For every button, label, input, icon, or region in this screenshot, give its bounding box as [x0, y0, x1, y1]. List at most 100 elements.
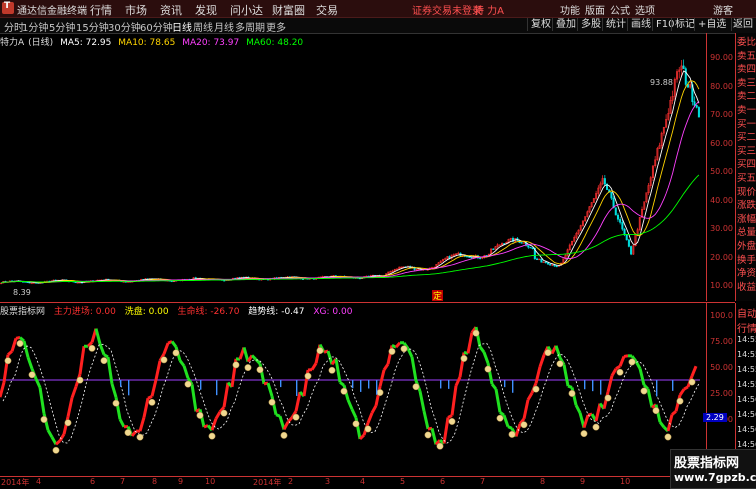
tick-time: 14:56	[737, 425, 756, 434]
menu-options[interactable]: 选项	[635, 2, 655, 17]
period-more[interactable]: 更多	[266, 19, 286, 34]
oscillator-segment	[152, 380, 156, 397]
candle-body	[401, 267, 403, 268]
quote-label: 买三	[737, 146, 756, 158]
oscillator-segment	[184, 366, 188, 378]
candle-body	[449, 257, 451, 259]
histogram-bar	[280, 380, 281, 387]
period-30min[interactable]: 30分钟	[108, 19, 141, 34]
oscillator-segment	[28, 357, 32, 369]
menu-ask[interactable]: 问小达	[230, 2, 263, 18]
menu-market[interactable]: 市场	[125, 2, 147, 18]
tick-time: 14:56	[737, 440, 756, 449]
quote-label: 外盘	[737, 241, 756, 253]
oscillator-segment	[224, 383, 228, 407]
period-15min[interactable]: 15分钟	[76, 19, 109, 34]
histogram-bar	[352, 380, 353, 388]
indicator-tick: 50.00	[710, 363, 733, 372]
statistics-button[interactable]: 统计	[602, 18, 629, 31]
histogram-bar	[448, 380, 449, 389]
user-guest[interactable]: 游客	[713, 2, 733, 17]
indicator-chart[interactable]	[0, 303, 706, 475]
overlay-button[interactable]: 叠加	[552, 18, 579, 31]
menu-trade[interactable]: 交易	[316, 2, 338, 18]
menu-news[interactable]: 资讯	[160, 2, 182, 18]
signal-marker	[101, 357, 107, 363]
indicator-canvas	[0, 303, 706, 475]
signal-marker	[641, 388, 647, 394]
draw-line-button[interactable]: 画线	[627, 18, 654, 31]
tick-time: 14:55	[737, 350, 756, 359]
oscillator-segment	[380, 370, 384, 387]
oscillator-segment	[692, 366, 696, 376]
signal-marker	[461, 355, 467, 361]
period-multi[interactable]: 多周期	[235, 19, 265, 34]
histogram-bar	[600, 380, 601, 395]
histogram-bar	[376, 380, 377, 395]
signal-marker	[161, 357, 167, 363]
time-tick: 5	[400, 477, 405, 486]
candle-body	[545, 262, 547, 263]
oscillator-segment	[140, 417, 144, 431]
menu-discover[interactable]: 发现	[195, 2, 217, 18]
histogram-bar	[216, 380, 217, 395]
period-1min[interactable]: 1分钟	[22, 19, 48, 34]
menu-market-quotes[interactable]: 行情	[90, 2, 112, 18]
indicator-legend: 股票指标网 主力进场: 0.00 洗盘: 0.00 生命线: -26.70 趋势…	[0, 304, 700, 316]
signal-marker	[65, 420, 71, 426]
ma20-label: MA20: 73.97	[182, 38, 239, 48]
period-monthly[interactable]: 月线	[214, 19, 234, 34]
menu-formula[interactable]: 公式	[610, 2, 630, 17]
candle-body	[694, 102, 696, 106]
signal-marker	[437, 443, 443, 449]
oscillator-segment	[172, 341, 176, 346]
quote-label: 卖一	[737, 105, 756, 117]
menu-wealth[interactable]: 财富圈	[272, 2, 305, 18]
histogram-bar	[368, 380, 369, 389]
multi-stock-button[interactable]: 多股	[577, 18, 604, 31]
stock-name: 特力A	[0, 38, 24, 48]
indicator-field-life: 生命线: -26.70	[178, 307, 240, 317]
signal-marker	[617, 369, 623, 375]
period-timeshare[interactable]: 分时	[4, 19, 24, 34]
ma5-line	[1, 71, 699, 283]
add-watchlist-button[interactable]: +自选	[694, 18, 729, 31]
indicator-name[interactable]: 股票指标网	[0, 307, 45, 317]
period-daily[interactable]: 日线	[172, 19, 192, 34]
ma60-label: MA60: 48.20	[246, 38, 303, 48]
back-button[interactable]: 返回	[731, 18, 754, 31]
menu-layout[interactable]: 版面	[585, 2, 605, 17]
oscillator-segment	[516, 424, 520, 436]
signal-marker	[341, 388, 347, 394]
kline-chart[interactable]: 93.888.39定	[0, 33, 706, 301]
quote-label: 买四	[737, 159, 756, 171]
time-tick: 10	[205, 477, 215, 486]
time-tick: 9	[178, 477, 183, 486]
signal-marker	[17, 340, 23, 346]
price-axis: 90.0080.0070.0060.0050.0040.0030.0020.00…	[706, 33, 735, 301]
signal-marker	[209, 433, 215, 439]
signal-marker	[581, 430, 587, 436]
oscillator-segment	[12, 338, 16, 351]
period-weekly[interactable]: 周线	[193, 19, 213, 34]
oscillator-segment	[456, 377, 460, 386]
restore-rights-button[interactable]: 复权	[527, 18, 554, 31]
oscillator-segment	[680, 389, 684, 395]
oscillator-segment	[396, 343, 400, 347]
candle-body	[493, 249, 495, 250]
oscillator-segment	[412, 357, 416, 381]
menu-function[interactable]: 功能	[560, 2, 580, 17]
signal-marker	[425, 432, 431, 438]
period-60min[interactable]: 60分钟	[140, 19, 173, 34]
oscillator-segment	[40, 388, 44, 414]
ma10-label: MA10: 78.65	[118, 38, 175, 48]
tick-time: 14:55	[737, 335, 756, 344]
login-hint[interactable]: 证券交易未登录	[412, 2, 482, 17]
signal-marker	[689, 379, 695, 385]
quote-label: 现价	[737, 187, 756, 199]
quote-label: 收益	[737, 282, 756, 294]
oscillator-segment	[648, 389, 652, 407]
period-5min[interactable]: 5分钟	[49, 19, 75, 34]
signal-marker	[185, 381, 191, 387]
oscillator-segment	[120, 419, 124, 427]
